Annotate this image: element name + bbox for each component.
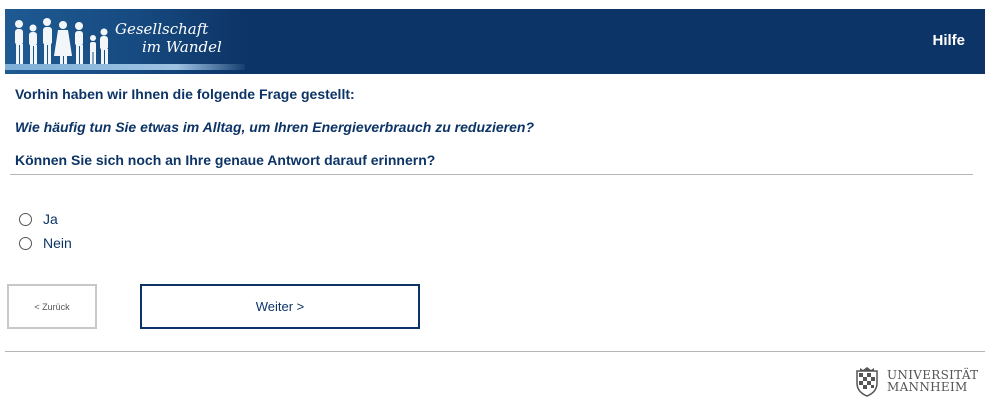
people-silhouettes-icon: [15, 18, 108, 64]
logo-title: Gesellschaft im Wandel: [115, 20, 222, 56]
question-divider: [10, 174, 973, 175]
question-prompt: Können Sie sich noch an Ihre genaue Antw…: [15, 152, 436, 168]
option-ja-label: Ja: [43, 211, 58, 227]
header-bar: Gesellschaft im Wandel Hilfe: [5, 9, 985, 74]
option-nein-label: Nein: [43, 235, 72, 251]
footer-divider: [5, 351, 985, 352]
logo-line-1: Gesellschaft: [115, 20, 209, 38]
radio-ja[interactable]: [19, 212, 32, 226]
university-logo: UNIVERSITÄT MANNHEIM: [851, 365, 978, 397]
question-intro: Vorhin haben wir Ihnen die folgende Frag…: [15, 86, 355, 102]
previous-question-text: Wie häufig tun Sie etwas im Alltag, um I…: [15, 119, 535, 135]
project-logo: Gesellschaft im Wandel: [5, 9, 245, 74]
university-name-line-2: MANNHEIM: [887, 380, 968, 394]
option-nein[interactable]: Nein: [19, 235, 72, 251]
next-button[interactable]: Weiter >: [140, 284, 420, 329]
logo-line-2: im Wandel: [142, 38, 222, 56]
back-button[interactable]: < Zurück: [7, 284, 97, 329]
option-ja[interactable]: Ja: [19, 211, 58, 227]
university-crest-icon: [856, 367, 878, 397]
radio-nein[interactable]: [19, 236, 32, 250]
help-link[interactable]: Hilfe: [932, 32, 965, 49]
